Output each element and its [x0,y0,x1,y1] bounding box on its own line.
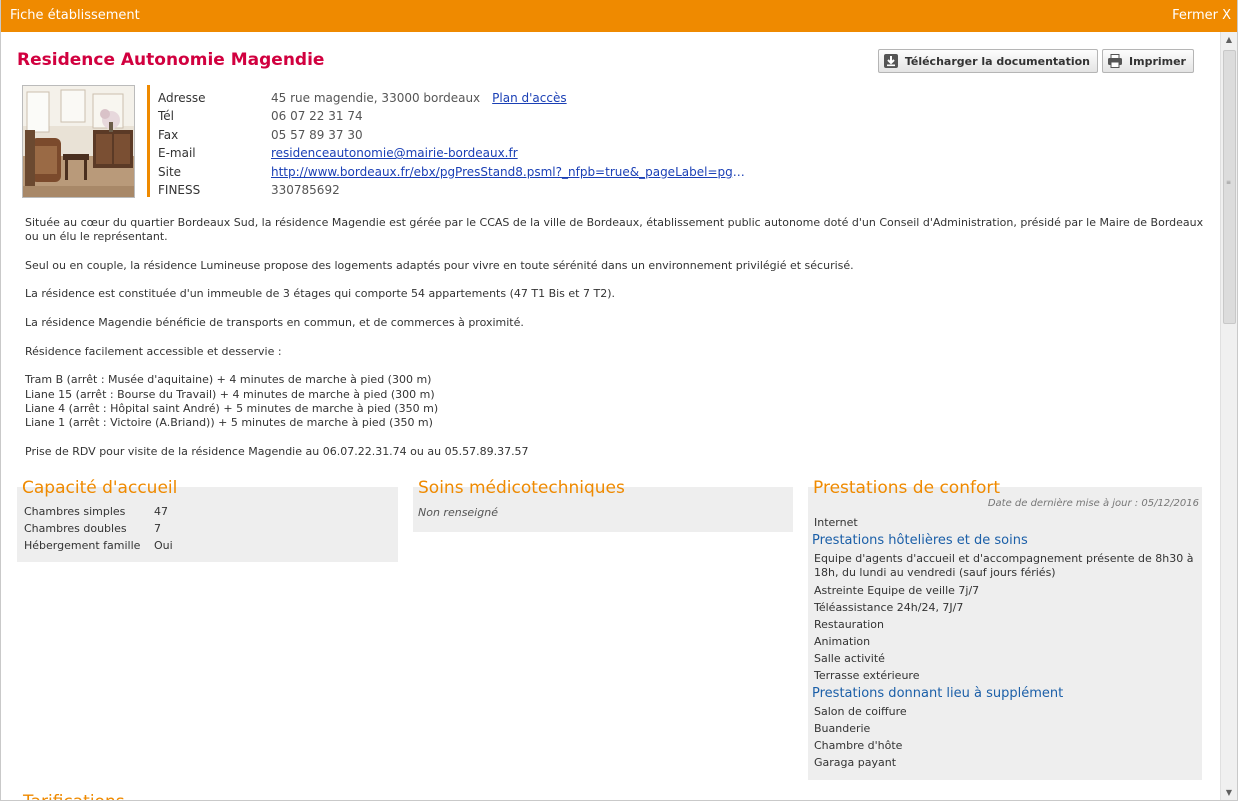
comfort-list: Internet Prestations hôtelières et de so… [812,514,1199,771]
medical-care-panel: Soins médicotechniques Non renseigné [413,478,793,532]
capacity-label: Chambres doubles [24,522,127,535]
establishment-dialog: Fiche établissement Fermer X Residence A… [0,0,1238,801]
description: Située au cœur du quartier Bordeaux Sud,… [25,216,1205,473]
last-update-date: Date de dernière mise à jour : 05/12/201… [987,498,1199,509]
medical-care-title: Soins médicotechniques [418,478,625,498]
supplement-item: Garaga payant [814,756,897,769]
hotel-service-item: Astreinte Equipe de veille 7j/7 [814,584,980,597]
address-text: 45 rue magendie, 33000 bordeaux [271,91,481,105]
capacity-label: Chambres simples [24,505,126,518]
site-row: Site http://www.bordeaux.fr/ebx/pgPresSt… [158,163,749,181]
email-link[interactable]: residenceautonomie@mairie-bordeaux.fr [271,146,518,160]
fax-row: Fax 05 57 89 37 30 [158,126,749,144]
scroll-down-arrow-icon[interactable]: ▼ [1221,785,1237,800]
transport-list: Tram B (arrêt : Musée d'aquitaine) + 4 m… [25,373,1205,430]
email-row: E-mail residenceautonomie@mairie-bordeau… [158,144,749,162]
print-label: Imprimer [1129,54,1186,68]
dialog-title: Fiche établissement [10,8,140,23]
dialog-content: Residence Autonomie Magendie Télécharger… [1,32,1222,800]
finess-row: FINESS 330785692 [158,181,749,199]
tel-row: Tél 06 07 22 31 74 [158,107,749,125]
supplement-services-title: Prestations donnant lieu à supplément [812,686,1064,701]
description-paragraph: Prise de RDV pour visite de la résidence… [25,444,529,458]
comfort-title: Prestations de confort [813,478,1001,498]
comfort-panel: Prestations de confort Date de dernière … [808,478,1202,780]
medical-care-value: Non renseigné [418,506,498,519]
capacity-row: Hébergement famille Oui [24,537,173,554]
capacity-table: Chambres simples 47 Chambres doubles 7 H… [24,503,173,554]
finess-label: FINESS [158,182,201,197]
print-button[interactable]: Imprimer [1102,49,1194,73]
hotel-services-title: Prestations hôtelières et de soins [812,533,1028,548]
capacity-label: Hébergement famille [24,539,141,552]
download-label: Télécharger la documentation [904,54,1091,68]
capacity-panel: Capacité d'accueil Chambres simples 47 C… [17,478,398,562]
description-paragraph: Résidence facilement accessible et desse… [25,344,282,358]
comfort-item: Internet [814,516,858,529]
info-divider [147,85,150,197]
capacity-value: Oui [154,539,173,552]
capacity-value: 7 [154,522,161,535]
finess-value: 330785692 [271,182,340,197]
hotel-service-item: Terrasse extérieure [814,669,920,682]
address-value: 45 rue magendie, 33000 bordeaux Plan d'ac… [271,89,567,107]
address-row: Adresse 45 rue magendie, 33000 bordeaux P… [158,89,749,107]
description-paragraph: La résidence Magendie bénéficie de trans… [25,316,524,330]
email-label: E-mail [158,146,196,161]
download-documentation-button[interactable]: Télécharger la documentation [877,49,1099,73]
fax-value: 05 57 89 37 30 [271,127,363,142]
scrollbar-thumb[interactable]: ≡ [1223,50,1236,324]
transport-item: Liane 1 (arrêt : Victoire (A.Briand)) + … [25,416,433,430]
tel-label: Tél [158,109,175,124]
dialog-titlebar: Fiche établissement Fermer X [1,0,1237,32]
description-paragraph: Seul ou en couple, la résidence Lumineus… [25,258,854,272]
transport-item: Liane 15 (arrêt : Bourse du Travail) + 4… [25,387,435,401]
access-map-link[interactable]: Plan d'accès [492,91,566,105]
description-paragraph: La résidence est constituée d'un immeubl… [25,287,615,301]
printer-icon [1107,53,1123,69]
establishment-name: Residence Autonomie Magendie [17,50,325,70]
hotel-service-item: Salle activité [814,652,885,665]
supplement-item: Chambre d'hôte [814,739,903,752]
pricing-title: Tarifications [23,792,125,800]
tel-value: 06 07 22 31 74 [271,109,363,124]
supplement-item: Buanderie [814,722,871,735]
hotel-service-item: Téléassistance 24h/24, 7J/7 [814,601,964,614]
close-button[interactable]: Fermer X [1172,8,1231,23]
capacity-row: Chambres doubles 7 [24,520,173,537]
site-label: Site [158,164,182,179]
fax-label: Fax [158,127,179,142]
vertical-scrollbar[interactable]: ▲ ≡ ▼ [1220,32,1237,800]
scroll-up-arrow-icon[interactable]: ▲ [1221,32,1237,48]
download-icon [883,53,899,69]
establishment-photo [22,85,135,198]
hotel-service-item: Restauration [814,618,885,631]
capacity-row: Chambres simples 47 [24,503,173,520]
transport-item: Liane 4 (arrêt : Hôpital saint André) + … [25,401,439,415]
address-label: Adresse [158,91,206,105]
capacity-title: Capacité d'accueil [22,478,178,498]
capacity-value: 47 [154,505,168,518]
action-toolbar: Télécharger la documentation Imprimer [877,49,1194,73]
hotel-service-item: Animation [814,635,871,648]
hotel-service-item: Equipe d'agents d'accueil et d'accompagn… [814,552,1194,579]
supplement-item: Salon de coiffure [814,705,907,718]
transport-item: Tram B (arrêt : Musée d'aquitaine) + 4 m… [25,373,432,387]
contact-info: Adresse 45 rue magendie, 33000 bordeaux P… [158,89,749,199]
description-paragraph: Située au cœur du quartier Bordeaux Sud,… [25,216,1204,244]
website-link[interactable]: http://www.bordeaux.fr/ebx/pgPresStand8.… [271,163,749,181]
